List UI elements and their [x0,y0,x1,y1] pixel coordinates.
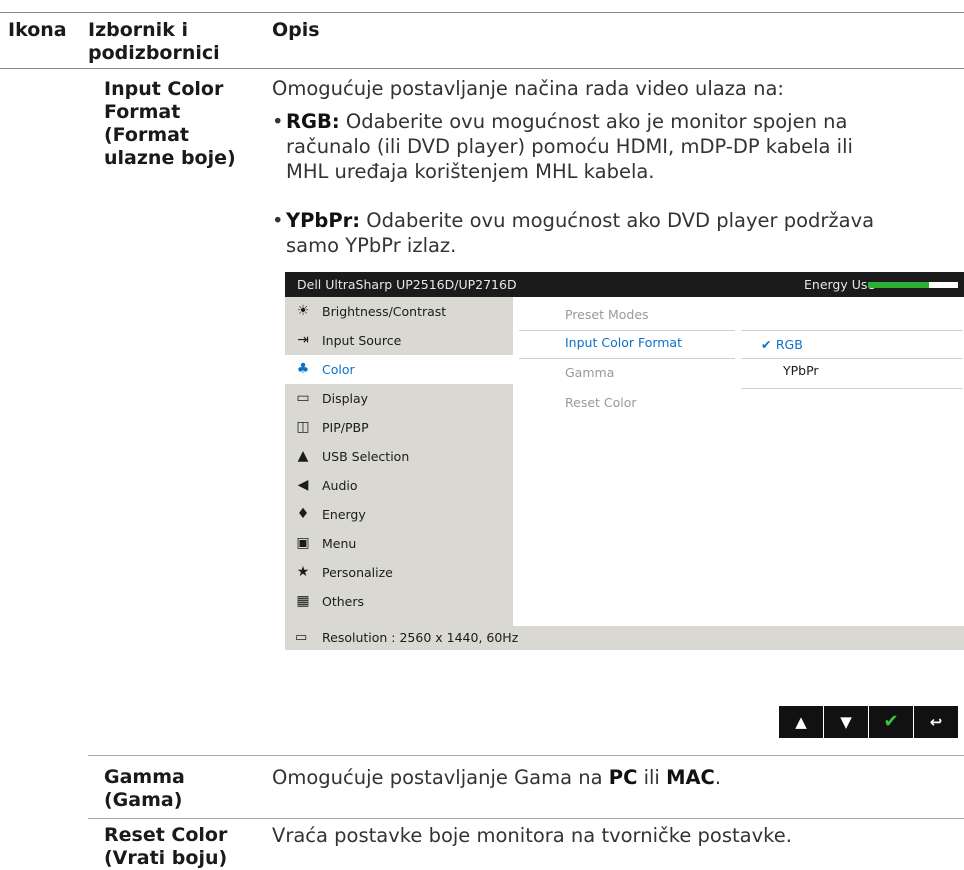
check-button[interactable]: ✔ [869,706,913,738]
osd-menu-screenshot: Dell UltraSharp UP2516D/UP2716D Energy U… [285,272,964,650]
back-icon: ↩ [929,713,943,731]
osd-menu-item-others[interactable]: ▦ Others [285,587,513,616]
osd-menu-item-brightness[interactable]: ☀ Brightness/Contrast [285,297,513,326]
osd-status-bar: ▭ Resolution : 2560 x 1440, 60Hz [285,626,964,650]
option-rgb[interactable]: ✔ RGB [761,337,803,353]
resolution-text: Resolution : 2560 x 1440, 60Hz [322,630,519,645]
option-divider [741,358,963,359]
osd-menu-item-personalize[interactable]: ★ Personalize [285,558,513,587]
header-bottom-rule [0,68,964,69]
osd-menu-item-display[interactable]: ▭ Display [285,384,513,413]
submenu-divider [519,358,735,359]
audio-icon: ◀ [297,477,309,493]
osd-main-menu: ☀ Brightness/Contrast ⇥ Input Source ♣ C… [285,297,513,626]
osd-menu-item-pip[interactable]: ◫ PIP/PBP [285,413,513,442]
osd-title-bar: Dell UltraSharp UP2516D/UP2716D Energy U… [285,272,964,297]
row-rule [88,755,964,756]
row-rule [88,818,964,819]
checkmark-icon: ✔ [761,337,772,352]
ypbpr-term: YPbPr: [286,209,361,232]
others-icon: ▦ [296,593,310,609]
reset-color-description: Vraća postavke boje monitora na tvorničk… [272,824,792,847]
rgb-term: RGB: [286,110,340,133]
submenu-name-gamma: Gamma (Gama) [104,766,185,811]
header-description: Opis [272,19,320,41]
brightness-icon: ☀ [296,303,310,319]
up-icon: ▲ [795,713,807,731]
submenu-gamma[interactable]: Gamma [565,365,614,381]
pip-icon: ◫ [296,419,310,435]
submenu-divider [519,330,735,331]
submenu-name-input-color: Input Color Format (Format ulazne boje) [104,78,236,169]
bullet-dot: • [272,209,284,232]
osd-menu-item-color[interactable]: ♣ Color [285,355,513,384]
osd-menu-item-input-source[interactable]: ⇥ Input Source [285,326,513,355]
submenu-name-reset-color: Reset Color (Vrati boju) [104,824,228,869]
back-button[interactable]: ↩ [914,706,958,738]
usb-icon: ▲ [297,448,309,464]
down-icon: ▼ [840,713,852,731]
star-icon: ★ [296,564,310,580]
energy-use-label: Energy Use [804,277,876,292]
osd-menu-item-menu[interactable]: ▣ Menu [285,529,513,558]
input-color-intro: Omogućuje postavljanje načina rada video… [272,77,784,100]
rgb-description: RGB: Odaberite ovu mogućnost ako je moni… [286,110,853,183]
check-icon: ✔ [883,711,899,732]
osd-menu-item-usb[interactable]: ▲ USB Selection [285,442,513,471]
energy-icon: ♦ [296,506,310,522]
header-icon: Ikona [8,19,67,41]
color-icon: ♣ [296,361,310,377]
gamma-description: Omogućuje postavljanje Gama na PC ili MA… [272,766,722,789]
submenu-input-color-format[interactable]: Input Color Format [565,335,682,351]
submenu-preset-modes[interactable]: Preset Modes [565,307,649,323]
bullet-dot: • [272,110,284,133]
ypbpr-description: YPbPr: Odaberite ovu mogućnost ako DVD p… [286,209,875,257]
option-ypbpr[interactable]: YPbPr [783,363,819,379]
display-icon: ▭ [296,390,310,406]
header-menu: Izbornik i podizbornici [88,19,220,64]
down-button[interactable]: ▼ [824,706,868,738]
table-top-rule [0,12,964,13]
osd-menu-item-audio[interactable]: ◀ Audio [285,471,513,500]
energy-use-bar [868,282,958,288]
osd-menu-item-energy[interactable]: ♦ Energy [285,500,513,529]
osd-submenu-panel: Preset Modes Input Color Format Gamma Re… [513,297,964,626]
energy-use-fill [868,282,930,288]
input-source-icon: ⇥ [297,332,309,348]
option-divider [741,388,963,389]
menu-icon: ▣ [296,535,310,551]
option-divider [741,330,963,331]
resolution-icon: ▭ [295,630,308,645]
submenu-reset-color[interactable]: Reset Color [565,395,637,411]
osd-title: Dell UltraSharp UP2516D/UP2716D [297,277,517,292]
up-button[interactable]: ▲ [779,706,823,738]
